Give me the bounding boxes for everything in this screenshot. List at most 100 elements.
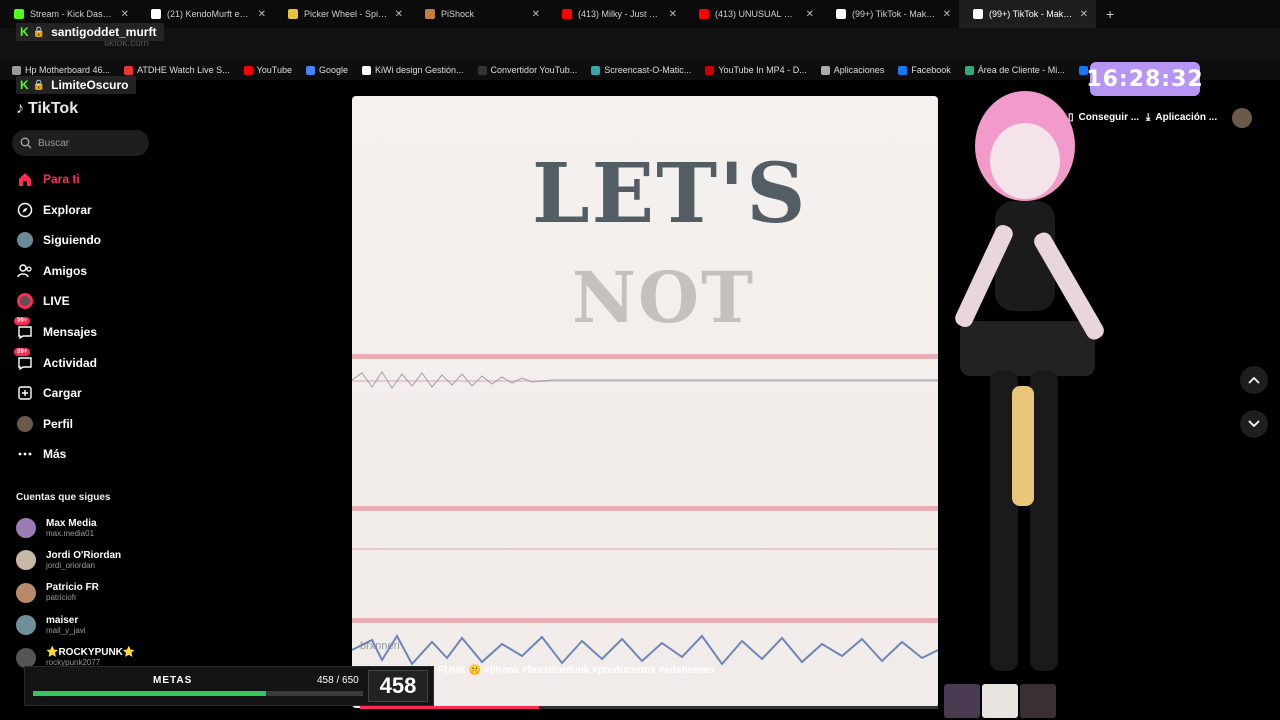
profile-avatar-icon: [16, 415, 34, 433]
browser-tab[interactable]: Picker Wheel - Spin the W ✕: [274, 0, 411, 28]
nav-item-amigos[interactable]: Amigos: [16, 259, 166, 283]
next-video-button[interactable]: [1240, 410, 1268, 438]
screen: Stream - Kick Dashboard ✕ (21) KendoMurft …: [0, 0, 1280, 720]
tiktok-logo-text: TikTok: [28, 100, 79, 117]
close-tab-icon[interactable]: ✕: [121, 9, 129, 20]
bookmark-label: Google: [318, 65, 348, 75]
nav-label: Mensajes: [43, 325, 98, 339]
bookmark-item[interactable]: KiWi design Gestión...: [362, 65, 464, 75]
bookmark-item[interactable]: YouTube In MP4 - D...: [705, 65, 807, 75]
tab-title: PiShock: [441, 9, 475, 19]
bookmark-label: YouTube: [256, 65, 292, 75]
video-track-line: [352, 506, 938, 511]
avatar: [16, 518, 36, 538]
close-tab-icon[interactable]: ✕: [1080, 9, 1088, 20]
video-track-line: [352, 354, 938, 359]
tiktok-logo[interactable]: ♪ TikTok: [16, 100, 78, 118]
previous-video-button[interactable]: [1240, 366, 1268, 394]
nav-item-explorar[interactable]: Explorar: [16, 198, 166, 222]
video-progress-bar[interactable]: [360, 706, 938, 709]
video-caption[interactable]: FUNK 🤫 #phonk #brazilianfunk #producerto…: [438, 665, 714, 676]
account-handle: mail_y_javi: [46, 625, 86, 635]
video-author-handle[interactable]: brxnneri: [360, 640, 400, 652]
bookmark-item[interactable]: YouTube: [243, 65, 292, 75]
tab-favicon-icon: [836, 9, 846, 19]
kick-icon: K: [20, 78, 29, 92]
close-tab-icon[interactable]: ✕: [532, 9, 540, 20]
nav-label: Más: [43, 447, 67, 462]
nav-item-actividad[interactable]: 99+ Actividad: [14, 347, 166, 375]
video-track-line: [352, 548, 938, 550]
live-icon: [16, 292, 34, 310]
following-header: Cuentas que sigues: [16, 492, 111, 503]
account-name: maiser: [46, 614, 79, 626]
video-waveform-bottom: [352, 634, 938, 666]
chat-user-2-name: LimiteOscuro: [51, 78, 129, 92]
tab-title: (99+) TikTok - Make Y: [989, 9, 1074, 19]
close-tab-icon[interactable]: ✕: [669, 9, 677, 20]
nav-item-siguiendo[interactable]: Siguiendo: [16, 228, 166, 252]
tab-title: (21) KendoMurft en X: "Gr: [167, 9, 252, 19]
account-name: Max Media: [46, 517, 97, 529]
bookmark-label: YouTube In MP4 - D...: [718, 65, 807, 75]
new-tab-button[interactable]: +: [1106, 6, 1114, 22]
video-player[interactable]: LET'S NOT brxnneri: [352, 96, 938, 708]
browser-tab[interactable]: (413) UNUSUAL MEMES C ✕: [685, 0, 822, 28]
bookmark-item[interactable]: Google: [305, 65, 348, 75]
browser-tab[interactable]: (99+) TikTok - Make Your ✕: [822, 0, 959, 28]
bookmark-label: Aplicaciones: [833, 65, 885, 75]
friends-icon: [16, 262, 34, 280]
bookmark-item[interactable]: Facebook: [898, 65, 951, 75]
following-account[interactable]: Patricio FR patriciofr: [16, 579, 99, 607]
metas-goal-widget: METAS 458 / 650 458: [24, 666, 434, 706]
nav-item-cargar[interactable]: Cargar: [16, 381, 166, 405]
bookmark-label: Convertidor YouTub...: [490, 65, 578, 75]
tab-favicon-icon: [288, 9, 298, 19]
bookmark-item[interactable]: Convertidor YouTub...: [477, 65, 578, 75]
lock-icon: 🔒: [32, 79, 46, 91]
search-input[interactable]: Buscar: [12, 130, 149, 156]
tab-title: Picker Wheel - Spin the W: [304, 9, 389, 19]
user-avatar[interactable]: [1232, 108, 1252, 128]
following-account[interactable]: Max Media max.media01: [16, 514, 97, 542]
tab-favicon-icon: [699, 9, 709, 19]
tab-favicon-icon: [973, 9, 983, 19]
nav-label: Explorar: [43, 202, 92, 217]
browser-tab[interactable]: PiShock ✕: [411, 0, 548, 28]
nav-item-mensajes[interactable]: 99+ Mensajes: [14, 317, 166, 344]
video-text-top: LET'S: [532, 146, 808, 242]
tab-favicon-icon: [14, 9, 24, 19]
thumbnail: [944, 684, 980, 718]
nav-label: Siguiendo: [43, 233, 101, 248]
home-icon: [16, 170, 34, 188]
following-account[interactable]: Jordi O'Riordan jordi_oriordan: [16, 546, 121, 574]
bookmark-item[interactable]: Screencast-O-Matic...: [591, 65, 691, 75]
following-account[interactable]: maiser mail_y_javi: [16, 611, 86, 639]
avatar-thumbnails: [944, 684, 1056, 718]
account-handle: jordi_oriordan: [46, 560, 95, 570]
upload-icon: [16, 384, 34, 402]
bookmark-favicon-icon: [591, 65, 601, 75]
bookmark-item[interactable]: Aplicaciones: [820, 65, 885, 75]
browser-tab[interactable]: (413) Milky - Just The Wa ✕: [548, 0, 685, 28]
address-bar[interactable]: [0, 28, 1280, 60]
vtuber-avatar: [955, 91, 1104, 671]
close-tab-icon[interactable]: ✕: [258, 9, 266, 20]
browser-tab[interactable]: (99+) TikTok - Make Y ✕: [959, 0, 1096, 28]
thumbnail: [1020, 684, 1056, 718]
bookmark-item[interactable]: Área de Cliente - Mi...: [964, 65, 1065, 75]
nav-item-live[interactable]: LIVE: [16, 289, 166, 313]
nav-item-parati[interactable]: Para ti: [16, 167, 166, 191]
bookmark-item[interactable]: ATDHE Watch Live S...: [124, 65, 230, 75]
close-tab-icon[interactable]: ✕: [943, 9, 951, 20]
nav-item-perfil[interactable]: Perfil: [16, 412, 166, 436]
bookmark-favicon-icon: [820, 65, 830, 75]
nav-label: Actividad: [43, 355, 98, 370]
chevron-up-icon: [1248, 376, 1260, 384]
nav-item-ms[interactable]: Más: [16, 442, 166, 466]
close-tab-icon[interactable]: ✕: [395, 9, 403, 20]
bookmark-item[interactable]: Hp Motherboard 46...: [12, 65, 110, 75]
bookmark-favicon-icon: [898, 65, 908, 75]
tab-favicon-icon: [562, 9, 572, 19]
close-tab-icon[interactable]: ✕: [806, 9, 814, 20]
